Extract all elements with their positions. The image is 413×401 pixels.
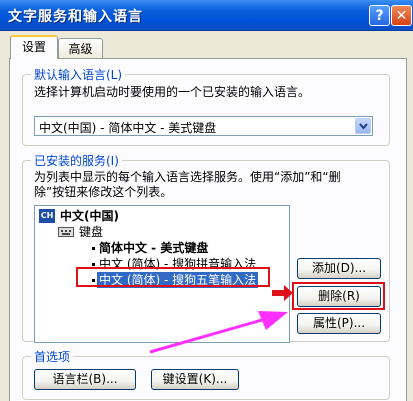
default-language-legend: 默认输入语言(L): [31, 66, 126, 83]
chevron-down-icon[interactable]: [355, 118, 371, 134]
help-button[interactable]: ?: [369, 5, 390, 26]
highlight-box-selected-item: [76, 267, 270, 287]
preferences-legend: 首选项: [31, 348, 74, 365]
language-badge-icon: CH: [39, 209, 55, 223]
tree-category-keyboard[interactable]: 键盘: [79, 224, 103, 240]
tree-item[interactable]: 简体中文 - 美式键盘: [99, 240, 208, 256]
installed-services-legend: 已安装的服务(I): [31, 152, 122, 169]
bullet-icon: [92, 247, 95, 250]
highlight-box-remove: [292, 282, 385, 310]
default-language-value: 中文(中国) - 简体中文 - 美式键盘: [39, 121, 217, 135]
installed-services-description-2: 除”按钮来修改这个列表。: [34, 185, 173, 199]
tab-advanced[interactable]: 高级: [58, 38, 103, 60]
close-button[interactable]: ✕: [391, 5, 412, 26]
window-title: 文字服务和输入语言: [8, 9, 143, 25]
bullet-icon: [92, 263, 95, 266]
title-bar: 文字服务和输入语言 ? ✕: [0, 0, 413, 31]
key-settings-button[interactable]: 键设置(K)...: [151, 369, 239, 390]
properties-button[interactable]: 属性(P)...: [297, 313, 381, 334]
default-language-description: 选择计算机启动时要使用的一个已安装的输入语言。: [34, 85, 311, 99]
tree-language[interactable]: 中文(中国): [60, 208, 119, 224]
keyboard-icon: [58, 227, 74, 237]
language-bar-button[interactable]: 语言栏(B)...: [34, 369, 136, 390]
default-language-select[interactable]: 中文(中国) - 简体中文 - 美式键盘: [34, 116, 373, 136]
tab-settings[interactable]: 设置: [10, 35, 58, 59]
add-button[interactable]: 添加(D)...: [297, 258, 381, 279]
